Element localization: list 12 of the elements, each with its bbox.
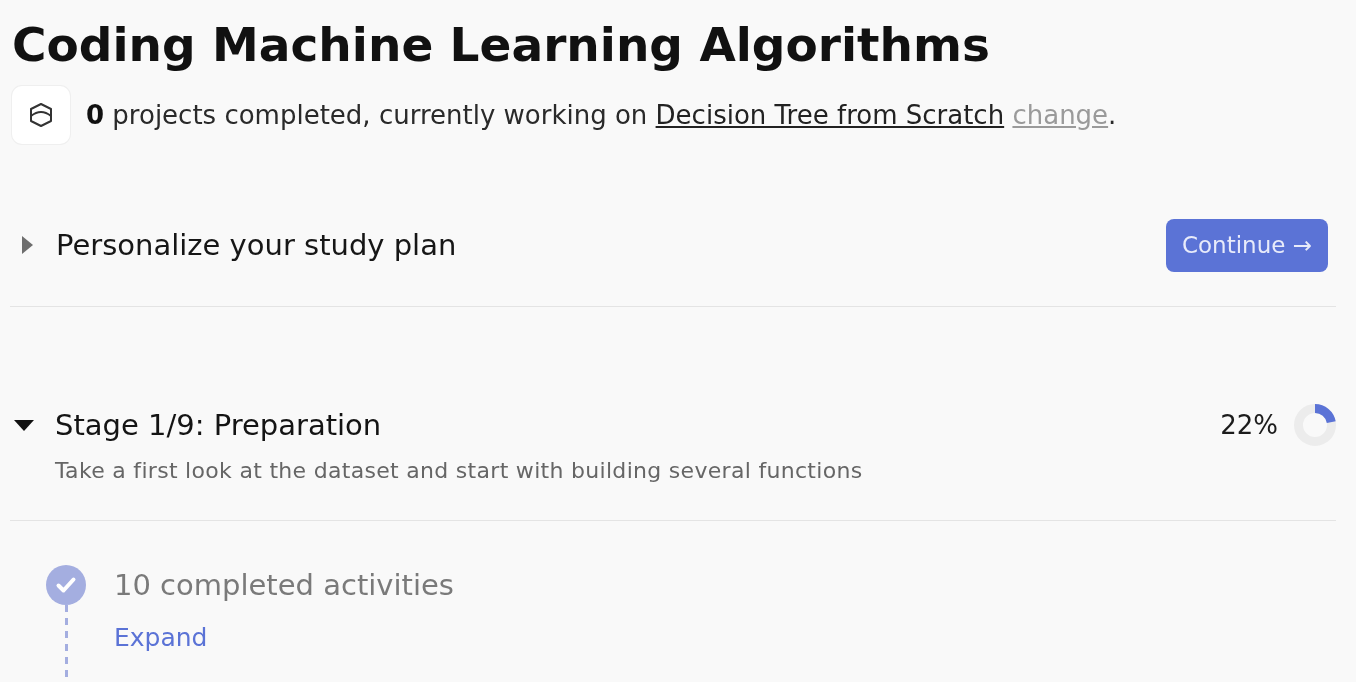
project-link[interactable]: Decision Tree from Scratch — [655, 100, 1005, 130]
expand-link[interactable]: Expand — [114, 623, 208, 653]
caret-down-icon[interactable] — [14, 419, 34, 431]
progress-summary: 0 projects completed, currently working on Decision Tree from Scratch change. — [86, 99, 1117, 132]
stage-heading[interactable]: Stage 1/9: Preparation — [55, 406, 382, 444]
milestone-label: 10 completed activities — [114, 567, 455, 604]
page-title: Coding Machine Learning Algorithms — [12, 16, 991, 74]
stage-percent: 22% — [1220, 409, 1278, 442]
caret-right-icon[interactable] — [22, 236, 33, 254]
continue-button[interactable]: Continue → — [1166, 218, 1328, 272]
stage-description: Take a first look at the dataset and start with building several functions — [55, 457, 864, 485]
study-plan-heading[interactable]: Personalize your study plan — [56, 226, 457, 264]
